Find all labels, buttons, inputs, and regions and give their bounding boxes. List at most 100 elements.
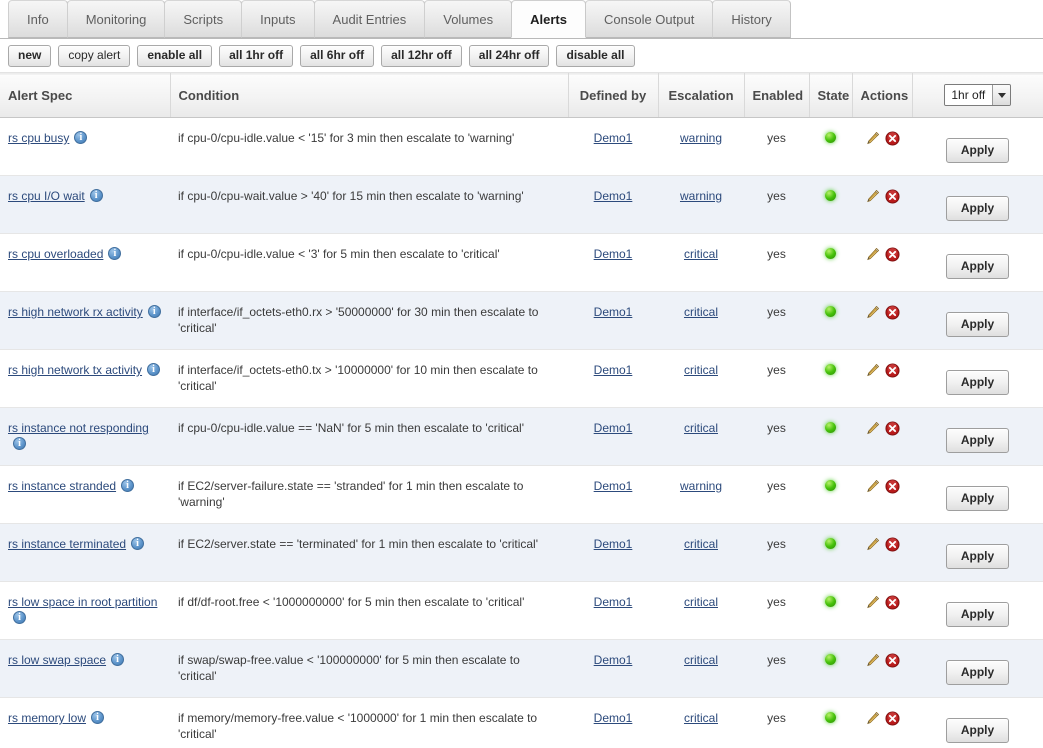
all-24hr-off-button[interactable]: all 24hr off [468,44,550,67]
alert-spec-link[interactable]: rs memory low [8,711,86,725]
info-icon[interactable] [147,305,161,318]
all-6hr-off-button[interactable]: all 6hr off [300,44,375,67]
all-1hr-off-button[interactable]: all 1hr off [219,44,294,67]
tab-scripts[interactable]: Scripts [164,0,243,38]
apply-button[interactable]: Apply [945,718,1010,743]
info-icon[interactable] [147,363,161,376]
alert-spec-link[interactable]: rs instance terminated [8,537,126,551]
apply-button[interactable]: Apply [945,312,1010,337]
defined-by-link[interactable]: Demo1 [594,479,633,493]
delete-circle-x-icon[interactable] [884,131,900,146]
escalation-link[interactable]: critical [684,305,718,319]
disable-all-button[interactable]: disable all [556,44,635,67]
escalation-link[interactable]: critical [684,711,718,725]
copy-alert-button[interactable]: copy alert [58,44,131,67]
info-icon[interactable] [74,131,88,144]
apply-button[interactable]: Apply [945,428,1010,453]
edit-pencil-icon[interactable] [865,537,880,552]
tab-info[interactable]: Info [8,0,68,38]
escalation-link[interactable]: critical [684,247,718,261]
delete-circle-x-icon[interactable] [884,711,900,726]
alert-spec-link[interactable]: rs low space in root partition [8,595,157,609]
delete-circle-x-icon[interactable] [884,421,900,436]
delete-circle-x-icon[interactable] [884,479,900,494]
alert-spec-link[interactable]: rs cpu overloaded [8,247,103,261]
apply-button[interactable]: Apply [945,660,1010,685]
delete-circle-x-icon[interactable] [884,537,900,552]
apply-button[interactable]: Apply [945,602,1010,627]
info-icon[interactable] [121,479,135,492]
delete-circle-x-icon[interactable] [884,363,900,378]
defined-by-link[interactable]: Demo1 [594,711,633,725]
tab-console-output[interactable]: Console Output [584,0,714,38]
info-icon[interactable] [13,437,26,450]
edit-pencil-icon[interactable] [865,247,880,262]
tab-monitoring[interactable]: Monitoring [66,0,166,38]
escalation-link[interactable]: critical [684,537,718,551]
escalation-link[interactable]: critical [684,421,718,435]
tab-audit-entries[interactable]: Audit Entries [313,0,426,38]
edit-pencil-icon[interactable] [865,595,880,610]
escalation-link[interactable]: warning [680,189,722,203]
escalation-link[interactable]: critical [684,363,718,377]
alert-spec-link[interactable]: rs instance not responding [8,421,149,435]
defined-by-link[interactable]: Demo1 [594,131,633,145]
defined-by-link[interactable]: Demo1 [594,537,633,551]
chevron-down-icon [992,85,1011,105]
tab-volumes[interactable]: Volumes [424,0,513,38]
condition-text: if cpu-0/cpu-idle.value < '15' for 3 min… [178,131,515,145]
alert-spec-link[interactable]: rs high network rx activity [8,305,143,319]
edit-pencil-icon[interactable] [865,189,880,204]
cell-apply: Apply [912,465,1043,524]
tab-inputs[interactable]: Inputs [241,0,315,38]
apply-button[interactable]: Apply [945,544,1010,569]
info-icon[interactable] [89,189,103,202]
edit-pencil-icon[interactable] [865,711,880,726]
info-icon[interactable] [131,537,145,550]
state-green-led-icon [825,248,836,259]
edit-pencil-icon[interactable] [865,653,880,668]
edit-pencil-icon[interactable] [865,363,880,378]
defined-by-link[interactable]: Demo1 [594,653,633,667]
apply-button[interactable]: Apply [945,196,1010,221]
alert-spec-link[interactable]: rs cpu busy [8,131,69,145]
all-12hr-off-button[interactable]: all 12hr off [381,44,462,67]
delete-circle-x-icon[interactable] [884,247,900,262]
escalation-link[interactable]: critical [684,595,718,609]
delete-circle-x-icon[interactable] [884,653,900,668]
escalation-link[interactable]: critical [684,653,718,667]
defined-by-link[interactable]: Demo1 [594,595,633,609]
defined-by-link[interactable]: Demo1 [594,305,633,319]
edit-pencil-icon[interactable] [865,131,880,146]
new-button[interactable]: new [8,44,52,67]
info-icon[interactable] [111,653,125,666]
defined-by-link[interactable]: Demo1 [594,189,633,203]
delete-circle-x-icon[interactable] [884,305,900,320]
alert-spec-link[interactable]: rs instance stranded [8,479,116,493]
escalation-link[interactable]: warning [680,131,722,145]
defined-by-link[interactable]: Demo1 [594,247,633,261]
info-icon[interactable] [108,247,122,260]
info-icon[interactable] [13,611,26,624]
alert-spec-link[interactable]: rs low swap space [8,653,106,667]
alert-spec-link[interactable]: rs cpu I/O wait [8,189,85,203]
info-icon[interactable] [91,711,105,724]
apply-button[interactable]: Apply [945,254,1010,279]
apply-button[interactable]: Apply [945,138,1010,163]
defined-by-link[interactable]: Demo1 [594,363,633,377]
escalation-link[interactable]: warning [680,479,722,493]
column-header-defined-by: Defined by [568,73,659,118]
delete-circle-x-icon[interactable] [884,595,900,610]
edit-pencil-icon[interactable] [865,421,880,436]
alert-spec-link[interactable]: rs high network tx activity [8,363,142,377]
apply-button[interactable]: Apply [945,370,1010,395]
edit-pencil-icon[interactable] [865,305,880,320]
delete-circle-x-icon[interactable] [884,189,900,204]
apply-button[interactable]: Apply [945,486,1010,511]
tab-history[interactable]: History [712,0,791,38]
bulk-duration-select[interactable]: 1hr off [944,84,1012,106]
defined-by-link[interactable]: Demo1 [594,421,633,435]
enable-all-button[interactable]: enable all [137,44,213,67]
tab-alerts[interactable]: Alerts [511,0,586,38]
edit-pencil-icon[interactable] [865,479,880,494]
